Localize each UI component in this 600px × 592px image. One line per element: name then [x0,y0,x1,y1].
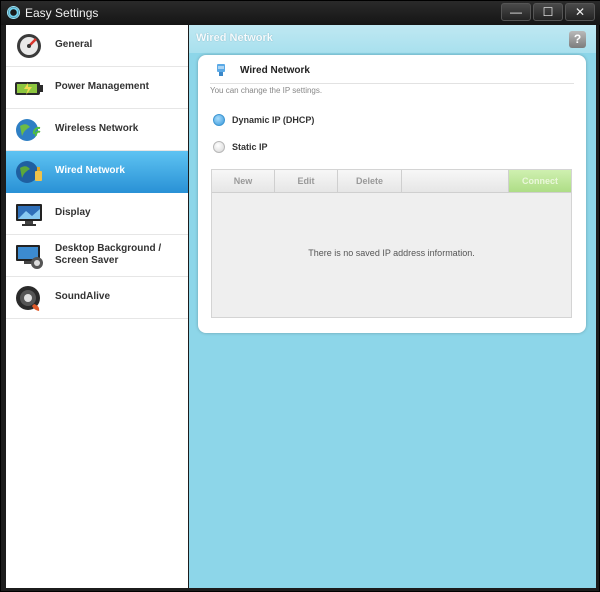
sidebar-item-display[interactable]: Display [6,193,188,235]
static-ip-label[interactable]: Static IP [232,142,268,152]
ip-list-toolbar: New Edit Delete Connect [212,170,571,193]
battery-icon [14,74,44,102]
panel-title: Wired Network [240,65,310,76]
ip-address-list: New Edit Delete Connect There is no save… [211,169,572,318]
dynamic-ip-radio[interactable] [213,114,225,126]
network-plug-icon [214,63,228,77]
window-title: Easy Settings [25,6,99,20]
general-gauge-icon [14,32,44,60]
maximize-button[interactable]: ☐ [533,3,563,21]
sidebar-item-label: General [55,39,93,50]
page-title: Wired Network [196,32,273,44]
panel-divider [210,83,574,84]
edit-button[interactable]: Edit [275,170,338,192]
delete-button[interactable]: Delete [338,170,402,192]
sidebar: General Power Management Wireless Networ… [6,25,188,588]
new-button[interactable]: New [212,170,275,192]
static-ip-radio[interactable] [213,141,225,153]
desktop-background-icon [14,242,44,270]
app-logo-icon [7,6,20,19]
minimize-button[interactable]: — [501,3,531,21]
sidebar-item-wireless-network[interactable]: Wireless Network [6,109,188,151]
wireless-globe-icon [14,116,44,144]
title-bar[interactable]: Easy Settings — ☐ ✕ [1,1,600,25]
sidebar-item-label-line2: Screen Saver [55,255,119,266]
content-area: Wired Network ? Wired Network You can ch… [189,25,596,588]
sidebar-item-label-line1: Desktop Background / [55,243,162,254]
sidebar-item-label: Wireless Network [55,123,139,134]
connect-button[interactable]: Connect [508,170,571,192]
sidebar-item-label: Wired Network [55,165,125,176]
sidebar-item-label: Power Management [55,81,149,92]
dynamic-ip-label[interactable]: Dynamic IP (DHCP) [232,115,314,125]
sidebar-item-label: SoundAlive [55,291,111,302]
sidebar-item-general[interactable]: General [6,25,188,67]
wired-globe-icon [14,158,44,186]
easy-settings-window: Easy Settings — ☐ ✕ General Power Manage… [0,0,600,592]
sidebar-item-label: Display [55,207,91,218]
panel-description: You can change the IP settings. [210,86,323,95]
sidebar-item-desktop-background[interactable]: Desktop Background / Screen Saver [6,235,188,277]
help-button[interactable]: ? [569,31,586,48]
display-monitor-icon [14,200,44,228]
sidebar-item-wired-network[interactable]: Wired Network [6,151,188,193]
wired-network-panel: Wired Network You can change the IP sett… [198,55,586,333]
speaker-icon [14,284,44,312]
sidebar-item-label: Desktop Background / Screen Saver [55,243,161,267]
empty-list-message: There is no saved IP address information… [308,248,475,258]
close-button[interactable]: ✕ [565,3,595,21]
sidebar-item-soundalive[interactable]: SoundAlive [6,277,188,319]
content-header: Wired Network ? [189,25,596,53]
sidebar-item-power-management[interactable]: Power Management [6,67,188,109]
